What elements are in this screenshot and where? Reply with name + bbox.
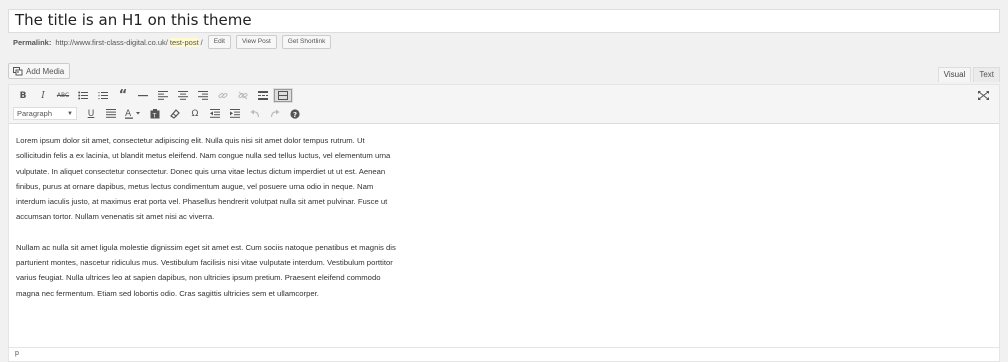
bold-icon[interactable]: B — [13, 88, 33, 103]
status-path: p — [9, 347, 999, 361]
permalink-base: http://www.first-class-digital.co.uk/ — [55, 37, 168, 47]
decrease-indent-icon[interactable] — [205, 106, 225, 121]
insert-link-icon[interactable] — [213, 88, 233, 103]
format-select[interactable]: Paragraph ▼ — [13, 107, 77, 120]
content-paragraph: Lorem ipsum dolor sit amet, consectetur … — [16, 136, 391, 222]
remove-link-icon[interactable] — [233, 88, 253, 103]
editor: B I ABC “ Paragraph ▼ U A T Ω ? Lorem ip… — [8, 84, 1000, 362]
add-media-label: Add Media — [26, 66, 65, 76]
align-right-icon[interactable] — [193, 88, 213, 103]
content-paragraph: Nullam ac nulla sit amet ligula molestie… — [16, 242, 396, 298]
read-more-icon[interactable] — [253, 88, 273, 103]
permalink-trail: / — [200, 37, 203, 47]
paste-as-text-icon[interactable]: T — [145, 106, 165, 121]
align-center-icon[interactable] — [173, 88, 193, 103]
distraction-free-icon[interactable] — [978, 91, 989, 100]
editor-content[interactable]: Lorem ipsum dolor sit amet, consectetur … — [16, 133, 396, 316]
post-title-input[interactable]: The title is an H1 on this theme — [8, 9, 1000, 33]
toolbar-row-2: Paragraph ▼ U A T Ω ? — [13, 106, 305, 121]
special-character-icon[interactable]: Ω — [185, 106, 205, 121]
edit-permalink-button[interactable]: Edit — [207, 35, 231, 49]
horizontal-line-icon[interactable] — [133, 88, 153, 103]
toolbar-toggle-icon[interactable] — [273, 88, 293, 103]
bulleted-list-icon[interactable] — [73, 88, 93, 103]
clear-formatting-icon[interactable] — [165, 106, 185, 121]
strikethrough-icon[interactable]: ABC — [53, 88, 73, 103]
italic-icon[interactable]: I — [33, 88, 53, 103]
help-icon[interactable]: ? — [285, 106, 305, 121]
svg-text:T: T — [152, 112, 157, 118]
view-post-button[interactable]: View Post — [235, 35, 277, 49]
editor-tabs: Visual Text — [937, 67, 1000, 82]
toolbar-row-1: B I ABC “ — [13, 88, 293, 103]
tab-visual[interactable]: Visual — [937, 67, 972, 82]
permalink-label: Permalink: — [13, 37, 52, 47]
add-media-icon — [13, 66, 23, 76]
underline-icon[interactable]: U — [81, 106, 101, 121]
svg-text:?: ? — [293, 111, 297, 119]
add-media-button[interactable]: Add Media — [8, 63, 71, 79]
chevron-down-icon: ▼ — [67, 110, 73, 117]
redo-icon[interactable] — [265, 106, 285, 121]
numbered-list-icon[interactable] — [93, 88, 113, 103]
format-select-value: Paragraph — [17, 109, 53, 118]
permalink-slug[interactable]: test-post — [169, 37, 199, 47]
blockquote-icon[interactable]: “ — [113, 88, 133, 103]
tab-text[interactable]: Text — [973, 67, 1000, 82]
permalink-bar: Permalink: http://www.first-class-digita… — [13, 35, 332, 49]
get-shortlink-button[interactable]: Get Shortlink — [281, 35, 332, 49]
undo-icon[interactable] — [245, 106, 265, 121]
increase-indent-icon[interactable] — [225, 106, 245, 121]
text-color-icon[interactable]: A — [121, 106, 145, 121]
editor-toolbar: B I ABC “ Paragraph ▼ U A T Ω ? — [9, 85, 999, 124]
align-left-icon[interactable] — [153, 88, 173, 103]
justify-icon[interactable] — [101, 106, 121, 121]
